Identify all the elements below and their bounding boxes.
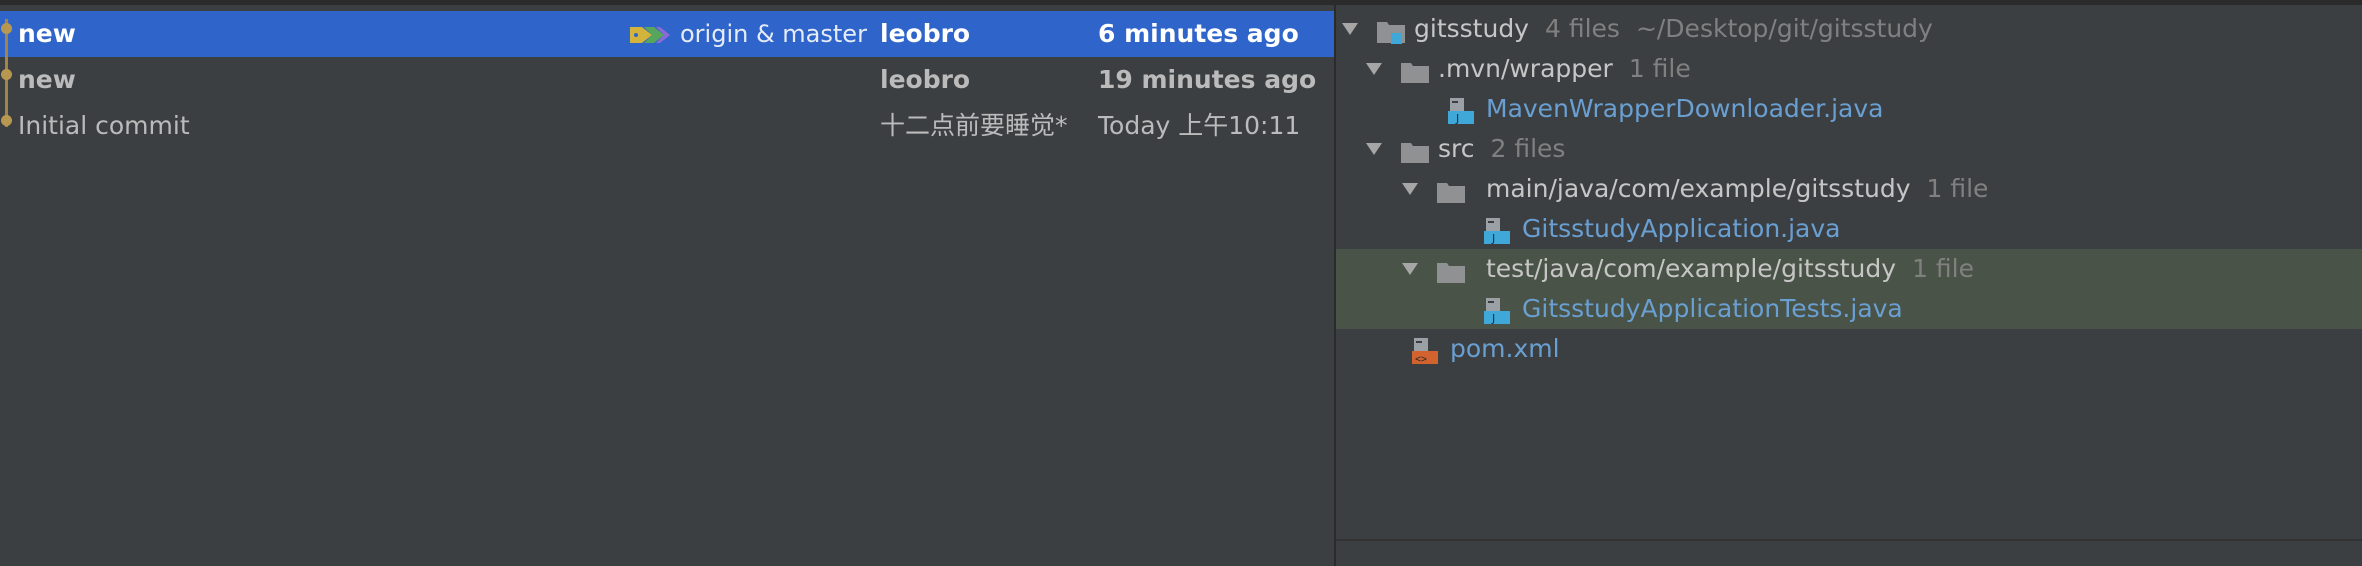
commit-subject: new xyxy=(18,65,76,94)
commit-date: 6 minutes ago xyxy=(1098,19,1299,48)
svg-text:J: J xyxy=(1491,312,1495,325)
commit-graph-node xyxy=(1,69,12,80)
file-count: 1 file xyxy=(1912,254,1974,283)
file-count: 1 file xyxy=(1926,174,1989,203)
git-log-window: new origin & master leobro 6 minutes ago… xyxy=(0,0,2362,566)
commit-graph-node xyxy=(1,115,12,126)
commit-author: 十二点前要睡觉* xyxy=(880,111,1068,140)
file-count: 4 files xyxy=(1544,14,1620,43)
tree-node-label: MavenWrapperDownloader.java xyxy=(1486,94,1884,123)
changed-files-tree[interactable]: gitsstudy 4 files ~/Desktop/git/gitsstudy … xyxy=(1336,5,2362,566)
commit-row[interactable]: Initial commit 十二点前要睡觉* Today 上午10:11 xyxy=(0,103,1334,149)
commit-subject: new xyxy=(18,19,76,48)
expand-arrow-icon[interactable] xyxy=(1400,169,1420,209)
tree-node-file[interactable]: J GitsstudyApplication.java xyxy=(1336,209,2362,249)
xml-file-icon: <> xyxy=(1412,337,1438,377)
tree-node-label: gitsstudy xyxy=(1414,14,1529,43)
tree-bottom-border xyxy=(1336,539,2362,541)
svg-text:J: J xyxy=(1491,232,1495,245)
commit-row[interactable]: new origin & master leobro 6 minutes ago xyxy=(0,11,1334,57)
tree-node-label: main/java/com/example/gitsstudy xyxy=(1486,174,1911,203)
commit-refs-label: origin & master xyxy=(680,20,867,48)
commit-graph-node xyxy=(1,23,12,34)
tree-node-directory[interactable]: test/java/com/example/gitsstudy 1 file xyxy=(1336,249,2362,289)
module-path: ~/Desktop/git/gitsstudy xyxy=(1635,14,1933,43)
commit-author: leobro xyxy=(880,19,971,48)
expand-arrow-icon[interactable] xyxy=(1400,249,1420,289)
tree-node-label: .mvn/wrapper xyxy=(1438,54,1613,83)
commit-refs[interactable]: origin & master xyxy=(628,11,867,57)
commit-date: Today 上午10:11 xyxy=(1098,111,1301,140)
tag-icon xyxy=(628,20,680,48)
tree-node-root[interactable]: gitsstudy 4 files ~/Desktop/git/gitsstudy xyxy=(1336,9,2362,49)
file-count: 2 files xyxy=(1490,134,1566,163)
tree-node-directory[interactable]: src 2 files xyxy=(1336,129,2362,169)
commit-date: 19 minutes ago xyxy=(1098,65,1317,94)
svg-text:<>: <> xyxy=(1415,354,1427,365)
tree-node-directory[interactable]: .mvn/wrapper 1 file xyxy=(1336,49,2362,89)
tree-node-directory[interactable]: main/java/com/example/gitsstudy 1 file xyxy=(1336,169,2362,209)
svg-text:J: J xyxy=(1455,112,1459,125)
expand-arrow-icon[interactable] xyxy=(1340,9,1360,49)
expand-arrow-icon[interactable] xyxy=(1364,129,1384,169)
commit-row[interactable]: new leobro 19 minutes ago xyxy=(0,57,1334,103)
tree-node-file[interactable]: J MavenWrapperDownloader.java xyxy=(1336,89,2362,129)
tree-node-file[interactable]: <> pom.xml xyxy=(1336,329,2362,369)
file-count: 1 file xyxy=(1628,54,1691,83)
tree-node-label: test/java/com/example/gitsstudy xyxy=(1486,254,1897,283)
commit-author: leobro xyxy=(880,65,971,94)
commit-log-panel[interactable]: new origin & master leobro 6 minutes ago… xyxy=(0,5,1334,566)
tree-node-label: pom.xml xyxy=(1450,334,1560,363)
tree-node-label: src xyxy=(1438,134,1475,163)
tree-node-label: GitsstudyApplicationTests.java xyxy=(1522,294,1903,323)
expand-arrow-icon[interactable] xyxy=(1364,49,1384,89)
commit-subject: Initial commit xyxy=(18,111,190,140)
tree-node-label: GitsstudyApplication.java xyxy=(1522,214,1841,243)
tree-node-file[interactable]: J GitsstudyApplicationTests.java xyxy=(1336,289,2362,329)
